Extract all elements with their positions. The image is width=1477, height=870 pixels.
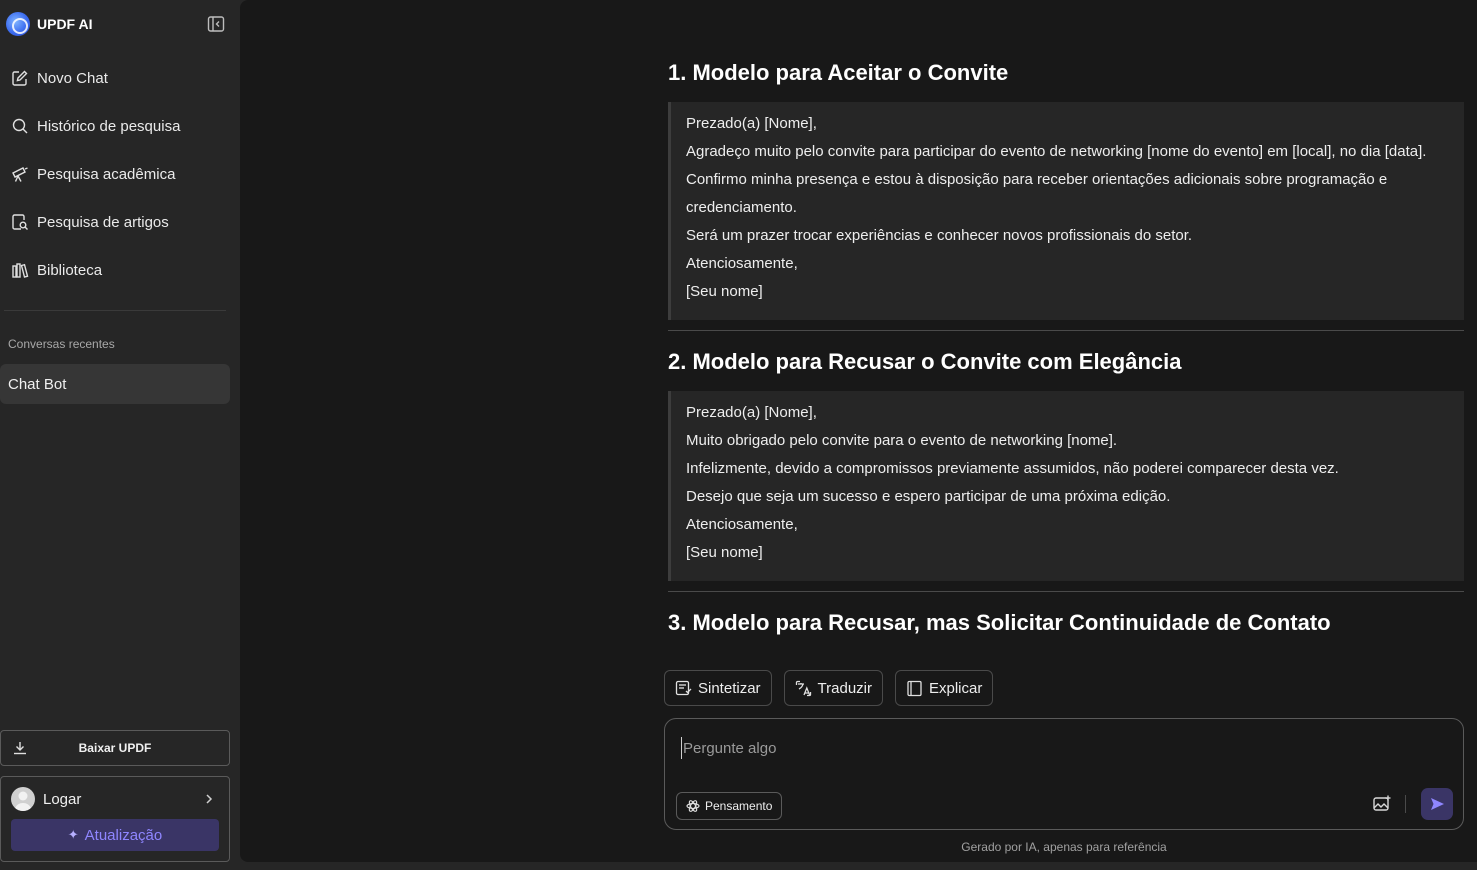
- summarize-button[interactable]: Sintetizar: [664, 670, 772, 706]
- quote-line: Desejo que seja um sucesso e espero part…: [686, 488, 1171, 505]
- avatar[interactable]: [11, 787, 35, 811]
- sidebar-item-label: Histórico de pesquisa: [37, 117, 181, 135]
- quick-actions: Sintetizar Traduzir Explicar: [664, 670, 994, 706]
- brand[interactable]: UPDF AI: [6, 12, 92, 36]
- recent-conversation-label: Chat Bot: [8, 375, 67, 393]
- section-title: 1. Modelo para Aceitar o Convite: [668, 60, 1009, 85]
- library-icon: [12, 263, 29, 278]
- book-icon: [907, 680, 922, 696]
- send-button[interactable]: [1421, 788, 1453, 820]
- download-icon: [14, 742, 26, 755]
- thinking-label: Pensamento: [705, 799, 773, 813]
- summarize-label: Sintetizar: [698, 679, 761, 697]
- section-divider: [668, 330, 1464, 331]
- sidebar-item-novo-chat[interactable]: Novo Chat: [0, 54, 240, 102]
- section-divider: [668, 591, 1464, 592]
- ai-disclaimer: Gerado por IA, apenas para referência: [961, 840, 1167, 854]
- sidebar-divider: [4, 310, 226, 311]
- translate-icon: [795, 680, 811, 696]
- quote-line: Prezado(a) [Nome],: [686, 115, 817, 132]
- summarize-icon: [675, 680, 692, 695]
- login-label[interactable]: Logar: [43, 791, 81, 808]
- sidebar-item-pesquisa-academica[interactable]: Pesquisa acadêmica: [0, 150, 240, 198]
- chat-composer: Pensamento: [664, 718, 1464, 830]
- sidebar-nav: Novo Chat Histórico de pesquisa Pesquisa…: [0, 54, 240, 294]
- sidebar-item-label: Pesquisa acadêmica: [37, 165, 176, 183]
- atom-icon: [686, 800, 700, 812]
- composer-separator: [1405, 795, 1406, 813]
- user-icon: [14, 791, 32, 811]
- explain-button[interactable]: Explicar: [895, 670, 994, 706]
- sidebar: UPDF AI Novo Chat Histórico de pesquisa: [0, 0, 240, 870]
- sidebar-item-label: Novo Chat: [37, 69, 108, 87]
- translate-label: Traduzir: [817, 679, 872, 697]
- quote-line: [Seu nome]: [686, 283, 763, 300]
- thinking-toggle[interactable]: Pensamento: [676, 792, 783, 820]
- download-updf-button[interactable]: Baixar UPDF: [0, 730, 230, 766]
- chevron-right-icon[interactable]: [203, 792, 215, 806]
- quote-line: Será um prazer trocar experiências e con…: [686, 227, 1193, 244]
- recent-conversations-label: Conversas recentes: [8, 337, 115, 351]
- send-icon: [1431, 798, 1444, 810]
- ask-input[interactable]: [681, 737, 1361, 759]
- document-search-icon: [12, 214, 28, 230]
- recent-conversation-item[interactable]: Chat Bot: [0, 364, 230, 404]
- telescope-icon: [12, 167, 28, 182]
- quote-line: Confirmo minha presença e estou à dispos…: [686, 171, 1388, 216]
- search-icon: [12, 118, 28, 134]
- quote-line: [Seu nome]: [686, 544, 763, 561]
- template-blockquote: Prezado(a) [Nome], Agradeço muito pelo c…: [668, 102, 1464, 320]
- section-title: 3. Modelo para Recusar, mas Solicitar Co…: [668, 610, 1331, 635]
- sidebar-item-biblioteca[interactable]: Biblioteca: [0, 246, 240, 294]
- sidebar-item-pesquisa-artigos[interactable]: Pesquisa de artigos: [0, 198, 240, 246]
- edit-icon: [12, 70, 28, 86]
- quote-line: Muito obrigado pelo convite para o event…: [686, 432, 1118, 449]
- sidebar-item-historico[interactable]: Histórico de pesquisa: [0, 102, 240, 150]
- quote-line: Atenciosamente,: [686, 516, 798, 533]
- upgrade-label: Atualização: [84, 826, 163, 844]
- sidebar-item-label: Biblioteca: [37, 261, 103, 279]
- quote-line: Prezado(a) [Nome],: [686, 404, 817, 421]
- quote-line: Atenciosamente,: [686, 255, 798, 272]
- template-blockquote: Prezado(a) [Nome], Muito obrigado pelo c…: [668, 391, 1464, 581]
- quote-line: Agradeço muito pelo convite para partici…: [686, 143, 1427, 160]
- brand-name: UPDF AI: [37, 16, 93, 32]
- explain-label: Explicar: [929, 679, 983, 697]
- quote-line: Infelizmente, devido a compromissos prev…: [686, 460, 1339, 477]
- collapse-sidebar-icon[interactable]: [207, 15, 225, 33]
- upgrade-button[interactable]: ✦ Atualização: [11, 819, 219, 851]
- app-window: UPDF AI Novo Chat Histórico de pesquisa: [0, 0, 1477, 870]
- sidebar-item-label: Pesquisa de artigos: [37, 213, 169, 231]
- section-title: 2. Modelo para Recusar o Convite com Ele…: [668, 349, 1182, 374]
- download-label: Baixar UPDF: [78, 741, 152, 755]
- login-card: Logar ✦ Atualização: [0, 776, 230, 862]
- main-panel: 1. Modelo para Aceitar o Convite Prezado…: [240, 0, 1477, 862]
- image-upload-icon[interactable]: [1372, 794, 1392, 814]
- translate-button[interactable]: Traduzir: [783, 670, 883, 706]
- sparkle-icon: ✦: [67, 827, 79, 842]
- updf-logo-icon: [6, 12, 30, 36]
